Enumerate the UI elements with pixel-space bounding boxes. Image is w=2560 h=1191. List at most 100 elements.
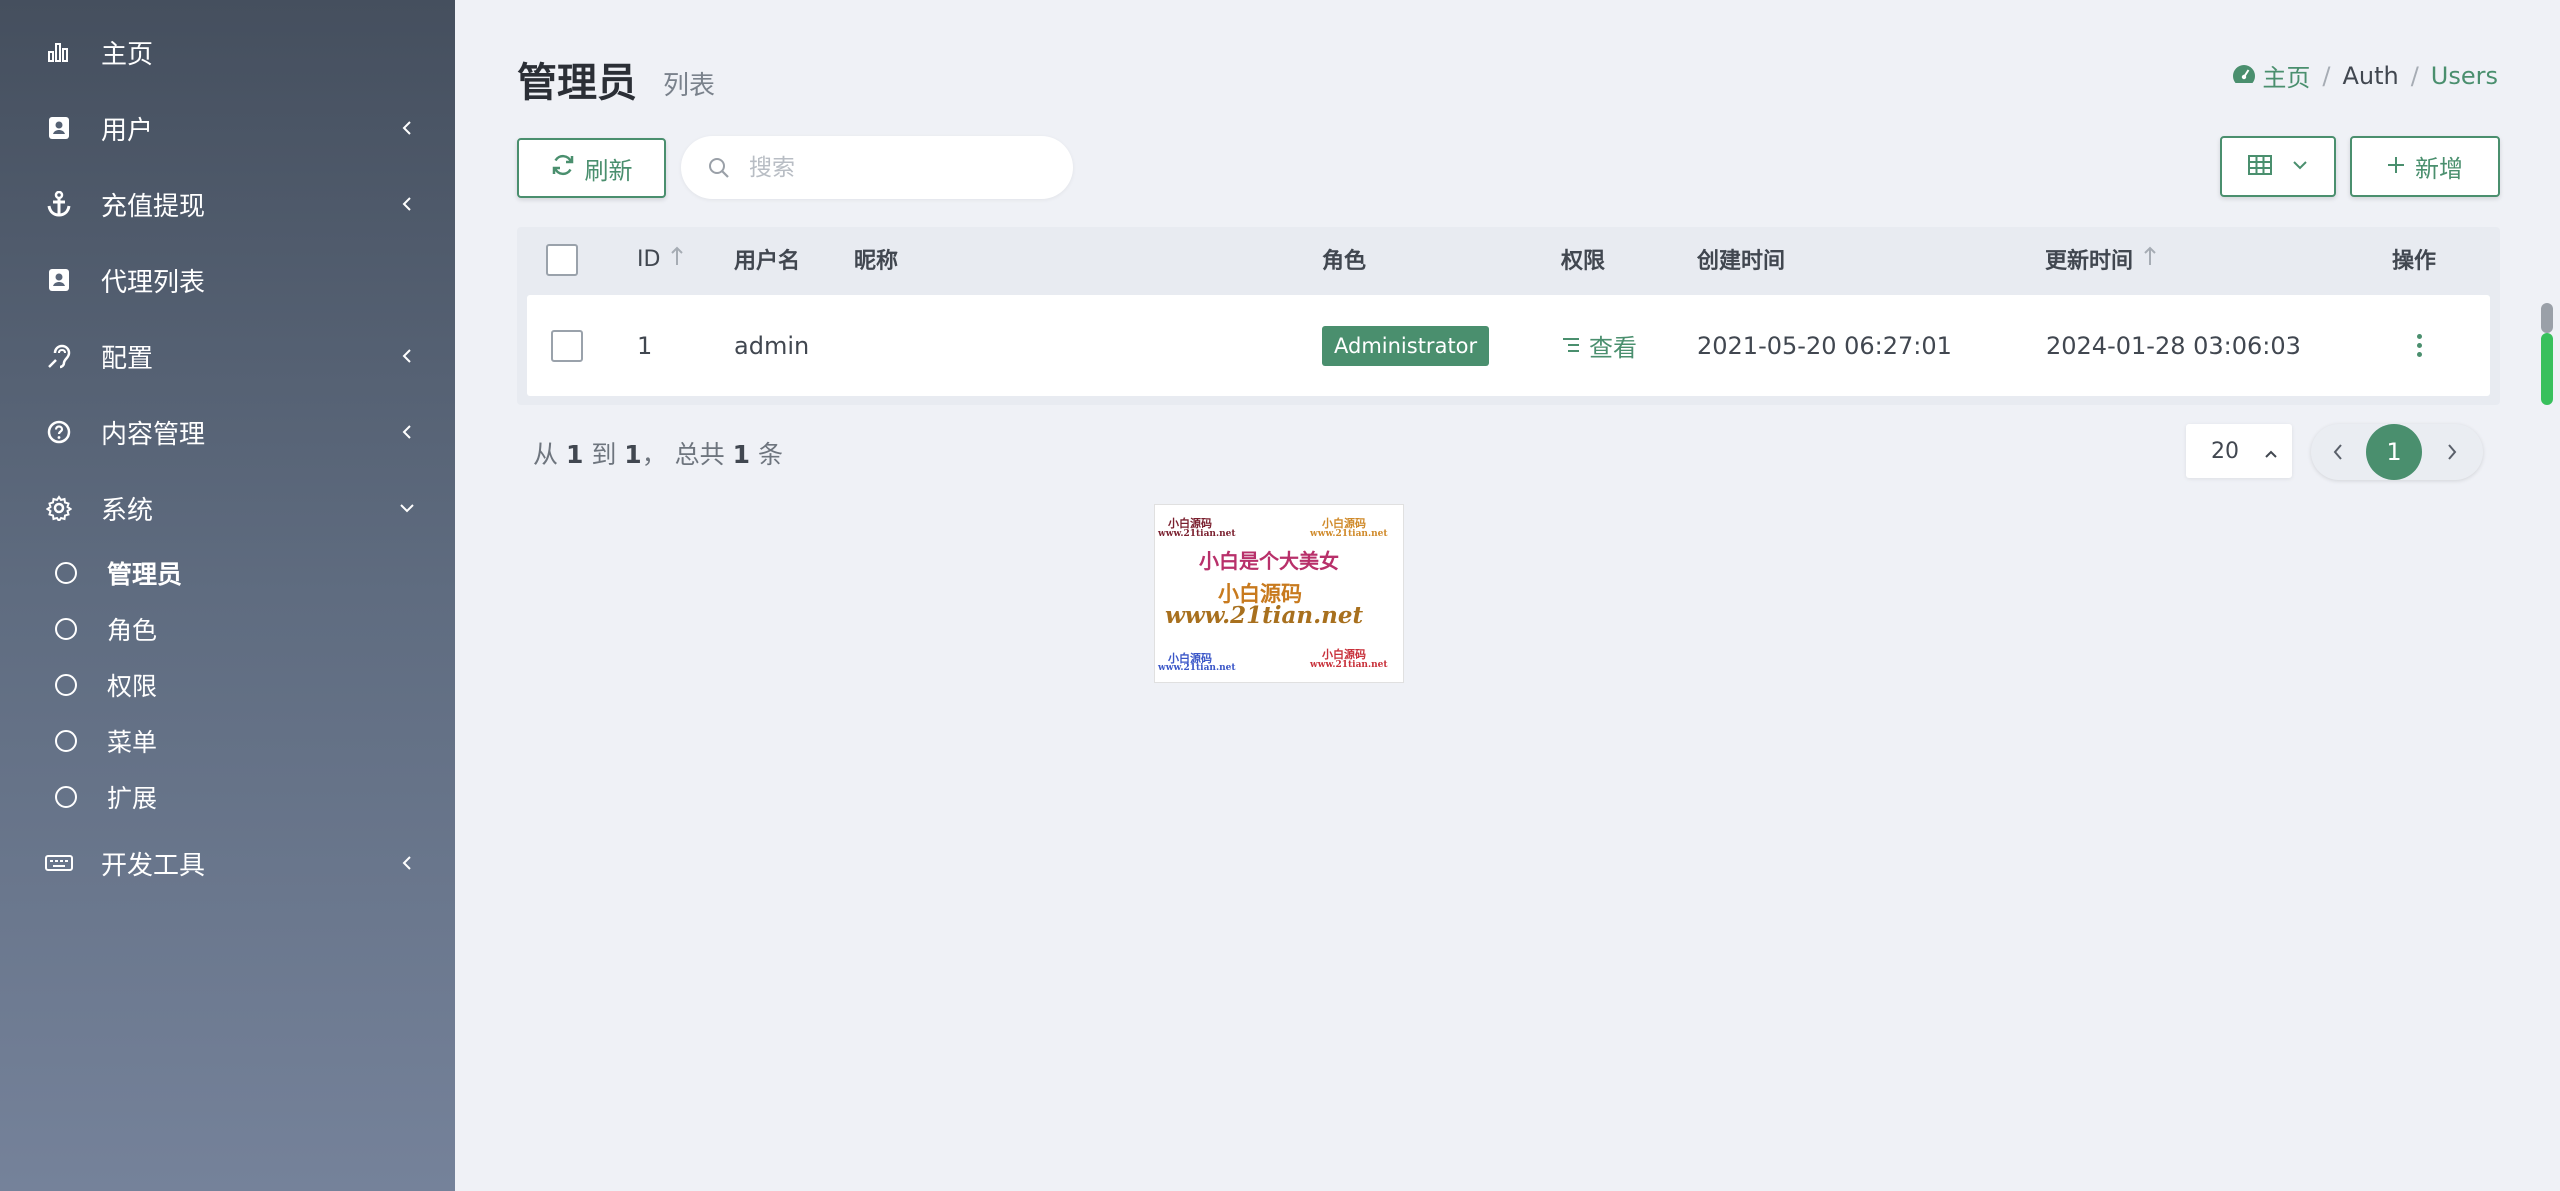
table-row: 1 admin Administrator 查看 2021-05-20 06:2… — [527, 295, 2490, 396]
sort-arrow-up-icon[interactable] — [670, 246, 684, 272]
sidebar-item-label: 用户 — [101, 115, 154, 146]
breadcrumb-home[interactable]: 主页 — [2232, 58, 2310, 93]
sort-arrow-up-icon[interactable] — [2143, 246, 2157, 272]
cell-id: 1 — [637, 331, 653, 360]
cell-created: 2021-05-20 06:27:01 — [1697, 331, 1952, 360]
watermark-text: www.21tian.net — [1158, 663, 1236, 673]
breadcrumb-home-label: 主页 — [2262, 64, 2311, 92]
add-button[interactable]: 新增 — [2350, 136, 2500, 197]
contact-card-icon — [45, 266, 73, 294]
view-permissions-label: 查看 — [1589, 334, 1637, 362]
sidebar-item-recharge[interactable]: 充值提现 — [0, 174, 455, 234]
row-checkbox[interactable] — [551, 330, 583, 362]
scrollbar-handle[interactable] — [2541, 303, 2553, 333]
chart-bar-icon — [45, 38, 73, 66]
scrollbar-thumb[interactable] — [2541, 333, 2553, 405]
summary-text: ， 总共 — [641, 440, 725, 469]
circle-icon — [55, 562, 77, 584]
search-box — [681, 136, 1073, 199]
sidebar-item-label: 主页 — [101, 39, 154, 70]
column-selector-button[interactable] — [2220, 136, 2336, 197]
contact-card-icon — [45, 114, 73, 142]
pagination: 1 — [2311, 424, 2483, 480]
view-permissions-link[interactable]: 查看 — [1561, 328, 1637, 363]
more-vertical-icon — [2417, 334, 2422, 357]
column-header-username: 用户名 — [734, 249, 801, 274]
summary-text: 条 — [757, 440, 783, 469]
breadcrumb-auth[interactable]: Auth — [2342, 62, 2398, 90]
hearing-icon — [45, 342, 73, 370]
chevron-left-icon — [398, 423, 416, 441]
add-button-label: 新增 — [2415, 156, 2463, 183]
breadcrumb-separator: / — [2322, 61, 2331, 90]
list-indent-icon — [1561, 332, 1581, 360]
table-icon — [2248, 155, 2272, 178]
column-header-updated[interactable]: 更新时间 — [2045, 243, 2157, 275]
sidebar-item-users[interactable]: 用户 — [0, 98, 455, 158]
sidebar-item-system[interactable]: 系统 — [0, 478, 455, 538]
sidebar-item-agents[interactable]: 代理列表 — [0, 250, 455, 310]
column-header-actions: 操作 — [2392, 249, 2437, 274]
column-header-nickname: 昵称 — [854, 249, 899, 274]
watermark-text: www.21tian.net — [1165, 602, 1364, 629]
summary-text: 从 — [533, 440, 559, 469]
sidebar-item-label: 内容管理 — [101, 419, 206, 450]
sidebar-item-label: 代理列表 — [101, 267, 206, 298]
per-page-value: 20 — [2211, 438, 2239, 464]
dashboard-icon — [2232, 62, 2256, 90]
column-header-label: 更新时间 — [2045, 249, 2134, 274]
summary-to: 1 — [624, 440, 642, 469]
sidebar-subitem-label: 菜单 — [107, 728, 158, 757]
chevron-down-icon — [398, 499, 416, 517]
sidebar-item-home[interactable]: 主页 — [0, 22, 455, 82]
watermark-text: 小白是个大美女 — [1199, 549, 1339, 573]
chevron-left-icon — [398, 854, 416, 872]
column-header-label: ID — [637, 246, 661, 272]
cell-role: Administrator — [1322, 295, 1490, 396]
next-page-icon[interactable] — [2445, 442, 2459, 466]
sidebar-item-config[interactable]: 配置 — [0, 326, 455, 386]
chevron-left-icon — [398, 195, 416, 213]
sidebar-subitem-roles[interactable]: 角色 — [0, 604, 455, 654]
cell-permission: 查看 — [1561, 295, 1637, 396]
previous-page-icon[interactable] — [2331, 442, 2345, 466]
question-circle-icon — [45, 418, 73, 446]
row-actions-button[interactable] — [2417, 295, 2422, 396]
refresh-button-label: 刷新 — [584, 157, 633, 185]
sidebar-subitem-label: 权限 — [107, 672, 158, 701]
plus-icon — [2387, 153, 2405, 181]
chevron-up-icon — [2264, 441, 2278, 466]
refresh-icon — [551, 153, 575, 184]
sidebar-subitem-permissions[interactable]: 权限 — [0, 660, 455, 710]
scrollbar[interactable] — [2541, 303, 2553, 405]
column-header-created: 创建时间 — [1697, 249, 1786, 274]
sidebar-subitem-label: 管理员 — [107, 560, 183, 589]
sidebar-subitem-extensions[interactable]: 扩展 — [0, 772, 455, 822]
refresh-button[interactable]: 刷新 — [517, 138, 666, 198]
circle-icon — [55, 786, 77, 808]
cell-username: admin — [734, 331, 810, 360]
anchor-icon — [45, 190, 73, 218]
column-header-role: 角色 — [1322, 249, 1367, 274]
cell-updated: 2024-01-28 03:06:03 — [2046, 331, 2301, 360]
sidebar-subitem-label: 扩展 — [107, 784, 158, 813]
summary-text: 到 — [591, 440, 617, 469]
sidebar-item-content[interactable]: 内容管理 — [0, 402, 455, 462]
page-subtitle: 列表 — [663, 71, 716, 101]
sidebar-subitem-menu[interactable]: 菜单 — [0, 716, 455, 766]
column-header-permission: 权限 — [1561, 249, 1606, 274]
sidebar-item-devtools[interactable]: 开发工具 — [0, 833, 455, 893]
sidebar-item-label: 配置 — [101, 343, 154, 374]
breadcrumb-separator: / — [2410, 61, 2419, 90]
column-header-id[interactable]: ID — [637, 243, 684, 275]
select-all-checkbox[interactable] — [546, 244, 578, 276]
search-input[interactable] — [749, 154, 1049, 181]
breadcrumb: 主页 / Auth / Users — [2232, 58, 2498, 93]
sidebar-subitem-admins[interactable]: 管理员 — [0, 548, 455, 598]
summary-total: 1 — [732, 440, 751, 469]
current-page-button[interactable]: 1 — [2366, 424, 2422, 480]
circle-icon — [55, 674, 77, 696]
chevron-left-icon — [398, 347, 416, 365]
chevron-left-icon — [398, 119, 416, 137]
per-page-select[interactable]: 20 — [2186, 424, 2292, 478]
